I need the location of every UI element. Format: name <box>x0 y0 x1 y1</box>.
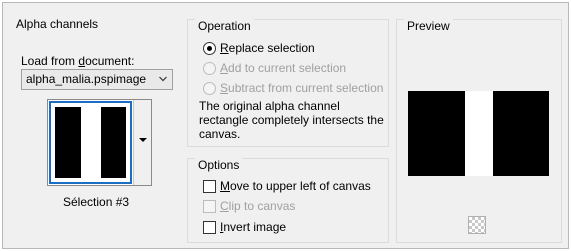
alpha-channel-dialog: Alpha channels Load from document: alpha… <box>2 2 569 249</box>
radio-label: Subtract from current selection <box>220 81 384 95</box>
alpha-channels-title: Alpha channels <box>16 17 99 31</box>
preview-title: Preview <box>404 19 453 33</box>
preview-group: Preview <box>396 19 562 243</box>
checkbox-label: Invert image <box>220 220 287 234</box>
transparency-checker-icon[interactable] <box>468 216 486 234</box>
radio-indicator[interactable] <box>203 81 216 95</box>
invert-image-checkbox[interactable]: Invert image <box>203 219 286 235</box>
replace-selection-radio[interactable]: Replace selection <box>203 40 315 56</box>
options-group: Options Move to upper left of canvas Clip… <box>187 158 389 243</box>
preview-stripe-white <box>465 91 493 176</box>
operation-group: Operation Replace selection Add to curren… <box>187 19 389 147</box>
document-select[interactable]: alpha_malia.pspimage <box>21 69 173 90</box>
preview-stripe-black <box>493 91 549 176</box>
checkbox-box[interactable] <box>203 179 216 193</box>
radio-label: Add to current selection <box>220 61 347 75</box>
preview-stripe-black <box>55 107 81 178</box>
checkbox-label: Clip to canvas <box>220 199 296 213</box>
thumbnail-image <box>55 107 126 178</box>
document-select-value: alpha_malia.pspimage <box>26 72 147 86</box>
checkbox-box[interactable] <box>203 199 216 213</box>
radio-label: Replace selection <box>220 41 315 55</box>
operation-title: Operation <box>195 19 254 33</box>
radio-indicator[interactable] <box>203 41 216 55</box>
add-to-selection-radio[interactable]: Add to current selection <box>203 60 346 76</box>
thumbnail-dropdown-button[interactable] <box>133 100 151 185</box>
preview-image <box>408 91 549 176</box>
chevron-down-icon <box>159 76 167 82</box>
selection-name-label: Sélection #3 <box>63 195 130 209</box>
checkbox-box[interactable] <box>203 220 216 234</box>
options-title: Options <box>195 158 243 172</box>
alpha-channel-thumbnail[interactable] <box>49 101 132 184</box>
preview-stripe-white <box>81 107 101 178</box>
radio-indicator[interactable] <box>203 61 216 75</box>
preview-stripe-black <box>101 107 126 178</box>
preview-stripe-black <box>408 91 465 176</box>
checkbox-label: Move to upper left of canvas <box>220 179 371 193</box>
move-to-upper-left-checkbox[interactable]: Move to upper left of canvas <box>203 178 371 194</box>
dropdown-arrow-icon <box>139 138 147 142</box>
subtract-selection-radio[interactable]: Subtract from current selection <box>203 80 383 96</box>
alpha-channels-group: Alpha channels Load from document: alpha… <box>12 11 175 243</box>
alpha-channel-picker[interactable] <box>47 99 152 186</box>
clip-to-canvas-checkbox[interactable]: Clip to canvas <box>203 198 295 214</box>
load-from-document-label: Load from document: <box>21 54 135 68</box>
operation-description: The original alpha channel rectangle com… <box>199 99 384 141</box>
